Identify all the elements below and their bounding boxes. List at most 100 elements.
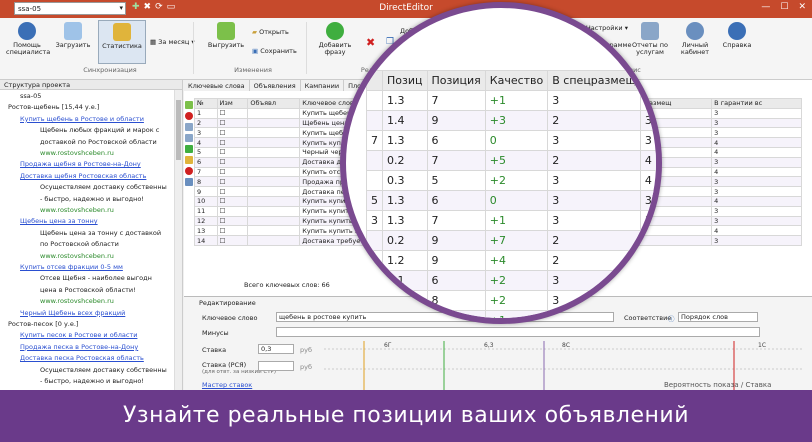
tree-group-link[interactable]: Купить щебень в Ростове и области xyxy=(20,115,144,124)
add-phrase-button[interactable]: Добавить фразу xyxy=(312,22,358,56)
save-label: Сохранить xyxy=(260,47,297,55)
tree-scroll-thumb[interactable] xyxy=(176,100,181,160)
magnified-row[interactable]: 0.3 5 +2 3 4 xyxy=(366,170,656,191)
tree-group-link[interactable]: Продажа песка в Ростове-на-Дону xyxy=(20,343,138,352)
column-header[interactable]: № xyxy=(194,98,218,109)
tree-group-link[interactable]: Щебень цена за тонну xyxy=(20,217,98,226)
list-icon[interactable] xyxy=(185,123,193,131)
table-cell xyxy=(247,215,301,227)
column-header[interactable]: Объявл xyxy=(247,98,301,109)
magnified-column-header[interactable]: Позиция xyxy=(426,70,486,91)
tree-group-link[interactable]: Продажа щебня в Ростове-на-Дону xyxy=(20,160,141,169)
tab-0[interactable]: Ключевые слова xyxy=(184,80,250,91)
tab-1[interactable]: Объявления xyxy=(249,80,301,91)
save-button[interactable]: ▣ Сохранить xyxy=(252,47,297,55)
bid-input[interactable]: 0,3 xyxy=(258,344,294,354)
up-arrow-icon[interactable] xyxy=(185,101,193,109)
help-specialist-button[interactable]: Помощь специалиста xyxy=(6,22,50,56)
magnified-column-header[interactable]: Позиц xyxy=(382,70,428,91)
magnified-cell: 8 xyxy=(426,290,486,311)
table-cell: ☐ xyxy=(216,146,249,158)
checkbox[interactable]: ☐ xyxy=(220,129,226,137)
magnified-cell: 1.2 xyxy=(382,250,428,271)
checkbox[interactable]: ☐ xyxy=(220,178,226,186)
magnified-column-header[interactable]: В спецразмещ xyxy=(547,70,641,91)
checkbox[interactable]: ☐ xyxy=(220,207,226,215)
statistics-button[interactable]: Статистика xyxy=(98,20,146,64)
check-icon[interactable] xyxy=(185,145,193,153)
minus-input[interactable] xyxy=(276,327,760,337)
magnified-row[interactable]: 3 1.3 7 +1 3 3 xyxy=(366,210,656,231)
upload-button[interactable]: Выгрузить xyxy=(206,22,246,49)
bid-master-link[interactable]: Мастер ставок xyxy=(202,381,252,389)
tree-group-link[interactable]: Купить отсев фракции 0-5 мм xyxy=(20,263,123,272)
magnified-row[interactable]: 0.2 7 +5 2 4 xyxy=(366,150,656,171)
checkbox[interactable]: ☐ xyxy=(220,119,226,127)
tab-2[interactable]: Кампании xyxy=(300,80,345,91)
checkbox[interactable]: ☐ xyxy=(220,188,226,196)
maximize-icon[interactable]: ☐ xyxy=(780,2,788,12)
column-header[interactable]: В гарантии вс xyxy=(711,98,802,109)
checkbox[interactable]: ☐ xyxy=(220,237,226,245)
magnified-cell: 8 xyxy=(366,250,383,271)
checkbox[interactable]: ☐ xyxy=(220,168,226,176)
grid-icon[interactable] xyxy=(185,178,193,186)
tree-scrollbar[interactable] xyxy=(174,90,182,390)
checkbox[interactable]: ☐ xyxy=(220,148,226,156)
bid-rsya-input[interactable] xyxy=(258,361,294,371)
magnified-row[interactable]: 1.3 7 +1 3 3 xyxy=(366,90,656,111)
column-header[interactable]: Изм xyxy=(216,98,249,109)
per-month-dropdown[interactable]: ▦ За месяц ▾ xyxy=(150,38,195,46)
table-cell: 13 xyxy=(194,225,218,237)
magnified-row[interactable]: 1.1 6 +2 3 4 xyxy=(366,270,656,291)
magnified-row[interactable]: 1.4 9 +3 2 3 xyxy=(366,110,656,131)
checkbox[interactable]: ☐ xyxy=(220,109,226,117)
magnified-cell: +4 xyxy=(484,250,549,271)
tree-group-link[interactable]: Доставка песка Ростовская область xyxy=(20,354,144,363)
remove-icon[interactable]: ✖ xyxy=(366,36,375,49)
checkbox[interactable]: ☐ xyxy=(220,158,226,166)
close-icon[interactable]: ✕ xyxy=(798,2,806,12)
load-button[interactable]: Загрузить xyxy=(54,22,92,49)
checkbox[interactable]: ☐ xyxy=(220,197,226,205)
list-icon[interactable] xyxy=(185,134,193,142)
tree-group-link[interactable]: Доставка щебня Ростовская область xyxy=(20,172,146,181)
magnified-row[interactable]: 0.2 9 +7 2 4 xyxy=(366,230,656,251)
account-button[interactable]: Личный кабинет xyxy=(676,22,714,56)
info-icon[interactable]: ⓘ xyxy=(668,313,675,323)
row-tools xyxy=(184,98,194,189)
table-cell: 3 xyxy=(194,127,218,139)
magnified-cell xyxy=(366,110,383,131)
magnified-cell: +5 xyxy=(484,150,549,171)
magnified-cell: 5 xyxy=(366,190,383,211)
open-button[interactable]: ▰ Открыть xyxy=(252,28,289,36)
table-cell xyxy=(247,107,301,119)
magnified-cell: 1.3 xyxy=(382,190,428,211)
magnified-row[interactable]: 7 1.3 6 0 3 3 xyxy=(366,130,656,151)
tree-group-link[interactable]: Черный Щебень всех фракций xyxy=(20,309,125,318)
tree-item: по Ростовской области xyxy=(40,240,119,249)
table-cell: ☐ xyxy=(216,156,249,168)
magnified-row[interactable]: 5 1.3 6 0 3 3 xyxy=(366,190,656,211)
checkbox[interactable]: ☐ xyxy=(220,139,226,147)
match-select[interactable]: Порядок слов xyxy=(678,312,758,322)
checkbox[interactable]: ☐ xyxy=(220,227,226,235)
service-reports-button[interactable]: Отчеты по услугам xyxy=(628,22,672,56)
tree-group-link[interactable]: Купить песок в Ростове и области xyxy=(20,331,137,340)
magnified-cell: 2 xyxy=(547,150,641,171)
help-icon xyxy=(728,22,746,40)
warning-icon[interactable] xyxy=(185,156,193,164)
table-cell xyxy=(247,205,301,217)
magnified-row[interactable]: 1.3 8 +2 3 3 xyxy=(366,290,656,311)
stop-icon[interactable] xyxy=(185,167,193,175)
minimize-icon[interactable]: — xyxy=(761,2,770,12)
checkbox[interactable]: ☐ xyxy=(220,217,226,225)
window-title: DirectEditor xyxy=(379,3,433,13)
magnified-column-header[interactable]: Качество xyxy=(484,70,549,91)
magnified-cell: +7 xyxy=(484,230,549,251)
table-cell: 3 xyxy=(711,205,802,217)
table-cell: 3 xyxy=(711,107,802,119)
stop-icon[interactable] xyxy=(185,112,193,120)
magnified-row[interactable]: 8 1.2 9 +4 2 3 xyxy=(366,250,656,271)
help-button[interactable]: Справка xyxy=(720,22,754,49)
